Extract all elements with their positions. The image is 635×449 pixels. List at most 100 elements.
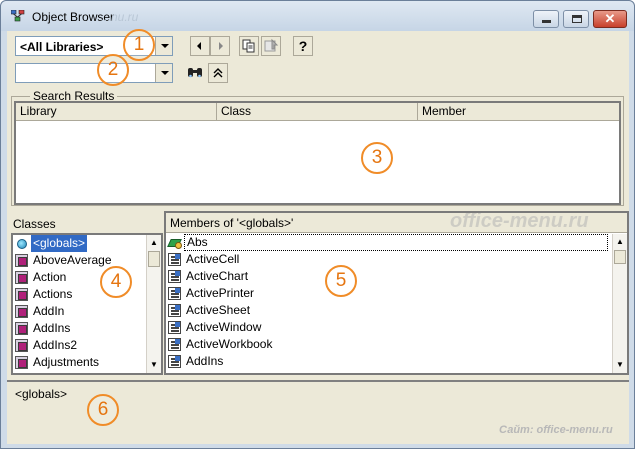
classes-scrollbar[interactable]: ▲ ▼ <box>146 235 161 373</box>
arrow-right-icon <box>219 42 223 50</box>
close-button[interactable]: ✕ <box>593 10 627 28</box>
classes-label: Classes <box>13 217 56 231</box>
scroll-up-icon[interactable]: ▲ <box>147 235 161 250</box>
minimize-icon <box>542 20 551 23</box>
class-item-label: AddIns2 <box>33 338 78 352</box>
binoculars-icon <box>188 68 202 78</box>
class-icon <box>15 254 28 267</box>
members-list[interactable]: Members of '<globals>' office-menu.ru Ab… <box>164 211 629 375</box>
chevron-down-icon <box>161 71 169 75</box>
property-icon <box>168 287 181 300</box>
property-icon <box>168 304 181 317</box>
arrow-left-icon <box>197 42 201 50</box>
member-item-label: ActiveChart <box>186 269 249 283</box>
help-icon: ? <box>298 38 308 54</box>
object-browser-client: <All Libraries> ? 1 2 Search Results Lib… <box>7 29 629 444</box>
object-browser-window: Object Browser ...nu.ru ✕ <All Libraries… <box>0 0 635 449</box>
member-item-abs[interactable]: Abs <box>166 234 612 251</box>
double-chevron-up-icon <box>213 68 223 78</box>
member-item-label: ActiveWorkbook <box>186 337 273 351</box>
search-button[interactable] <box>185 63 205 83</box>
class-icon <box>15 356 28 369</box>
class-item-label: AddIn <box>33 304 65 318</box>
members-scroll-thumb[interactable] <box>614 250 626 264</box>
member-item-addins[interactable]: AddIns <box>166 353 612 370</box>
search-results-list[interactable]: Library Class Member <box>14 101 621 205</box>
class-item-label: AddIns <box>33 321 71 335</box>
callout-marker-5: 5 <box>325 265 357 297</box>
members-scrollbar[interactable]: ▲ ▼ <box>612 234 627 373</box>
title-watermark: ...nu.ru <box>101 10 139 24</box>
class-icon <box>15 271 28 284</box>
library-combo-value: <All Libraries> <box>20 40 104 54</box>
callout-marker-4: 4 <box>100 266 132 298</box>
copy-to-clipboard-button[interactable] <box>239 36 259 56</box>
minimize-button[interactable] <box>533 10 559 28</box>
go-forward-button[interactable] <box>210 36 230 56</box>
property-icon <box>168 321 181 334</box>
member-item-activewindow[interactable]: ActiveWindow <box>166 319 612 336</box>
member-item-label: ActiveSheet <box>186 303 251 317</box>
hide-search-results-button[interactable] <box>208 63 228 83</box>
column-header-class[interactable]: Class <box>217 103 418 121</box>
class-item-label: <globals> <box>31 235 88 252</box>
class-item-label: Actions <box>33 287 73 301</box>
class-icon <box>15 322 28 335</box>
view-definition-icon <box>264 38 279 52</box>
property-icon <box>168 338 181 351</box>
class-item-addin[interactable]: AddIn <box>13 303 148 320</box>
class-item-label: Adjustments <box>33 355 100 369</box>
search-text-combo[interactable] <box>15 63 173 83</box>
class-item-adjustments[interactable]: Adjustments <box>13 354 148 371</box>
class-icon <box>15 288 28 301</box>
member-item-label: ActivePrinter <box>186 286 255 300</box>
property-icon <box>168 270 181 283</box>
maximize-button[interactable] <box>563 10 589 28</box>
member-item-activeprinter[interactable]: ActivePrinter <box>166 285 612 302</box>
details-text: <globals> <box>15 387 68 401</box>
go-back-button[interactable] <box>190 36 210 56</box>
member-item-activesheet[interactable]: ActiveSheet <box>166 302 612 319</box>
members-watermark: office-menu.ru <box>450 211 589 232</box>
column-header-library[interactable]: Library <box>16 103 217 121</box>
scroll-down-icon[interactable]: ▼ <box>147 357 161 372</box>
search-dropdown-button[interactable] <box>155 64 172 82</box>
scroll-down-icon[interactable]: ▼ <box>613 357 627 372</box>
close-icon: ✕ <box>604 11 616 26</box>
class-item-addins2[interactable]: AddIns2 <box>13 337 148 354</box>
class-item-aboveaverage[interactable]: AboveAverage <box>13 252 148 269</box>
callout-marker-1: 1 <box>123 29 155 61</box>
maximize-icon <box>572 15 582 23</box>
library-dropdown-button[interactable] <box>155 37 172 55</box>
callout-marker-6: 6 <box>87 394 119 426</box>
member-item-activechart[interactable]: ActiveChart <box>166 268 612 285</box>
callout-marker-3: 3 <box>361 142 393 174</box>
column-header-member[interactable]: Member <box>418 103 619 121</box>
help-button[interactable]: ? <box>293 36 313 56</box>
classes-list[interactable]: <globals> AboveAverage Action Actions Ad… <box>11 233 163 375</box>
method-icon <box>168 236 182 249</box>
class-icon <box>15 339 28 352</box>
member-item-label: ActiveWindow <box>186 320 262 334</box>
site-watermark: Сайт: office-menu.ru <box>499 424 613 436</box>
callout-marker-2: 2 <box>97 54 129 86</box>
title-bar[interactable]: Object Browser ...nu.ru ✕ <box>1 1 634 31</box>
object-browser-app-icon <box>11 10 25 22</box>
class-icon <box>15 305 28 318</box>
property-icon <box>168 355 181 368</box>
class-item-globals[interactable]: <globals> <box>13 235 148 252</box>
view-definition-button[interactable] <box>261 36 281 56</box>
member-item-label: AddIns <box>186 354 224 368</box>
member-item-activecell[interactable]: ActiveCell <box>166 251 612 268</box>
class-item-label: Action <box>33 270 67 284</box>
class-item-addins[interactable]: AddIns <box>13 320 148 337</box>
member-item-label: ActiveCell <box>186 252 240 266</box>
classes-scroll-thumb[interactable] <box>148 251 160 267</box>
property-icon <box>168 253 181 266</box>
chevron-down-icon <box>161 44 169 48</box>
class-item-label: AboveAverage <box>33 253 112 267</box>
member-item-label: Abs <box>184 234 608 251</box>
member-item-activeworkbook[interactable]: ActiveWorkbook <box>166 336 612 353</box>
scroll-up-icon[interactable]: ▲ <box>613 234 627 249</box>
globals-icon <box>17 239 27 249</box>
